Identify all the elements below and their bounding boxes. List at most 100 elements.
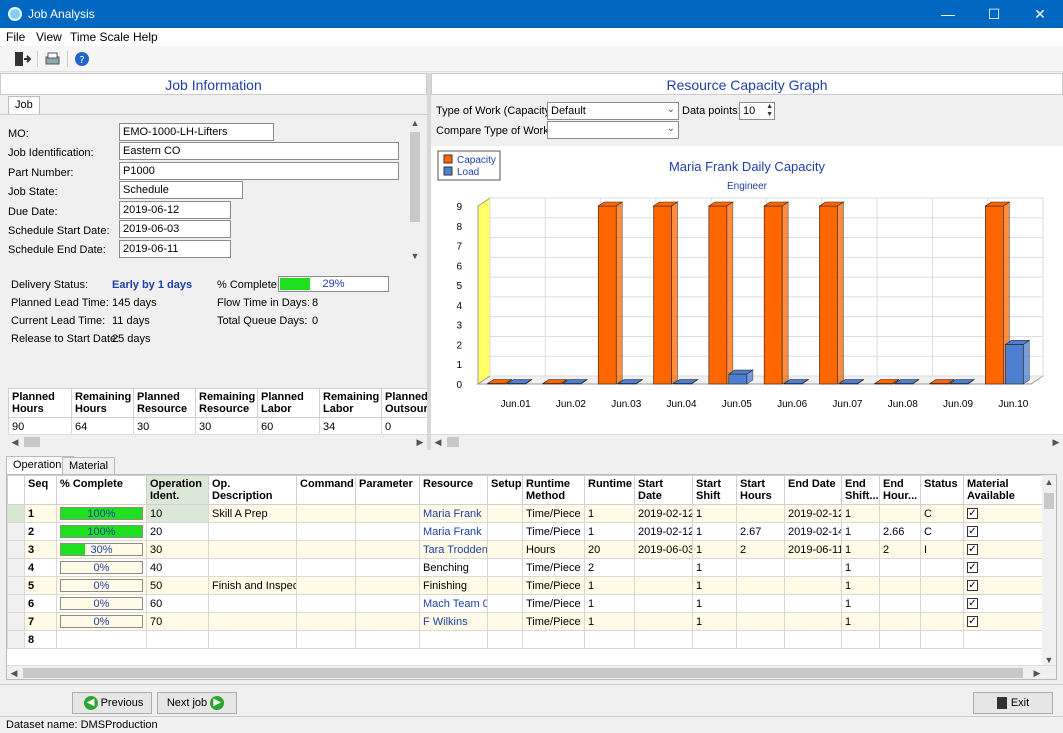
summary-cell[interactable]: 30: [133, 417, 196, 436]
cell-method[interactable]: Time/Piece: [522, 522, 585, 541]
row-selector[interactable]: [7, 594, 25, 613]
job-identification-field[interactable]: Eastern CO: [119, 142, 399, 160]
cell-eshift[interactable]: 1: [841, 558, 880, 577]
cell-desc[interactable]: [208, 540, 297, 559]
maximize-button[interactable]: ☐: [971, 0, 1017, 28]
cell-res[interactable]: [419, 630, 488, 649]
cell-seq[interactable]: 2: [24, 522, 57, 541]
cell-pct[interactable]: 0%: [56, 594, 147, 613]
cell-setup[interactable]: [487, 576, 523, 595]
column-header[interactable]: End Shift...: [841, 475, 880, 505]
cell-mat[interactable]: ✓: [963, 576, 1046, 595]
help-icon[interactable]: ?: [72, 50, 92, 68]
summary-cell[interactable]: 30: [195, 417, 258, 436]
menu-help[interactable]: Help: [133, 30, 158, 44]
column-header[interactable]: Material Available: [963, 475, 1046, 505]
column-header[interactable]: Start Shift: [692, 475, 737, 505]
cell-eshift[interactable]: 1: [841, 504, 880, 523]
fields-vertical-scrollbar[interactable]: ▲ ▼: [408, 118, 422, 261]
cell-cmd[interactable]: [296, 558, 356, 577]
cell-setup[interactable]: [487, 558, 523, 577]
summary-cell[interactable]: 34: [319, 417, 382, 436]
cell-status[interactable]: [920, 630, 964, 649]
operation-row[interactable]: 4 0% 40 Benching Time/Piece 2 1 1 ✓: [7, 558, 1046, 577]
cell-eshift[interactable]: 1: [841, 540, 880, 559]
cell-seq[interactable]: 1: [24, 504, 57, 523]
cell-param[interactable]: [355, 576, 420, 595]
cell-cmd[interactable]: [296, 540, 356, 559]
cell-param[interactable]: [355, 558, 420, 577]
cell-shours[interactable]: 2.67: [736, 522, 785, 541]
cell-ehours[interactable]: 2: [879, 540, 921, 559]
cell-desc[interactable]: [208, 558, 297, 577]
cell-ehours[interactable]: [879, 612, 921, 631]
cell-sshift[interactable]: 1: [692, 558, 737, 577]
column-header[interactable]: Runtime Method: [522, 475, 585, 505]
menu-file[interactable]: File: [6, 30, 25, 44]
minimize-button[interactable]: —: [925, 0, 971, 28]
cell-status[interactable]: [920, 594, 964, 613]
cell-desc[interactable]: [208, 594, 297, 613]
job-state-field[interactable]: Schedule: [119, 181, 243, 199]
column-header[interactable]: Operation Ident.: [146, 475, 209, 505]
cell-sdate[interactable]: 2019-02-12: [634, 504, 693, 523]
cell-ident[interactable]: 70: [146, 612, 209, 631]
cell-res[interactable]: Maria Frank: [419, 504, 488, 523]
material-available-checkbox[interactable]: ✓: [967, 508, 978, 520]
cell-mat[interactable]: ✓: [963, 522, 1046, 541]
menu-view[interactable]: View: [36, 30, 62, 44]
cell-cmd[interactable]: [296, 576, 356, 595]
column-header[interactable]: Resource: [419, 475, 488, 505]
cell-setup[interactable]: [487, 522, 523, 541]
cell-status[interactable]: C: [920, 504, 964, 523]
cell-edate[interactable]: [784, 630, 842, 649]
cell-setup[interactable]: [487, 630, 523, 649]
summary-cell[interactable]: 90: [8, 417, 72, 436]
cell-cmd[interactable]: [296, 504, 356, 523]
cell-sshift[interactable]: 1: [692, 594, 737, 613]
cell-runtime[interactable]: 1: [584, 504, 635, 523]
cell-runtime[interactable]: 1: [584, 522, 635, 541]
cell-pct[interactable]: [56, 630, 147, 649]
column-header[interactable]: Setup: [487, 475, 523, 505]
cell-edate[interactable]: [784, 594, 842, 613]
cell-edate[interactable]: 2019-02-14: [784, 522, 842, 541]
cell-ident[interactable]: 40: [146, 558, 209, 577]
operation-row[interactable]: 1 100% 10 Skill A Prep Maria Frank Time/Piece…: [7, 504, 1046, 523]
cell-pct[interactable]: 0%: [56, 558, 147, 577]
cell-status[interactable]: [920, 612, 964, 631]
operation-row[interactable]: 5 0% 50 Finish and Inspect Finishing Time/Pie…: [7, 576, 1046, 595]
cell-ident[interactable]: 20: [146, 522, 209, 541]
cell-edate[interactable]: [784, 558, 842, 577]
cell-param[interactable]: [355, 630, 420, 649]
next-job-button[interactable]: Next job ▶: [157, 692, 237, 714]
operation-row[interactable]: 8: [7, 630, 1046, 649]
cell-pct[interactable]: 100%: [56, 504, 147, 523]
material-available-checkbox[interactable]: ✓: [967, 526, 978, 538]
operations-vertical-scrollbar[interactable]: ▲ ▼: [1042, 475, 1056, 665]
cell-edate[interactable]: 2019-06-11: [784, 540, 842, 559]
summary-header[interactable]: Remaining Labor: [319, 388, 382, 418]
cell-desc[interactable]: [208, 630, 297, 649]
cell-method[interactable]: Time/Piece: [522, 558, 585, 577]
schedule-end-field[interactable]: 2019-06-11: [119, 240, 231, 258]
print-icon[interactable]: [42, 50, 62, 68]
scroll-thumb[interactable]: [1044, 493, 1054, 509]
cell-status[interactable]: [920, 558, 964, 577]
cell-cmd[interactable]: [296, 612, 356, 631]
schedule-start-field[interactable]: 2019-06-03: [119, 220, 231, 238]
cell-sdate[interactable]: [634, 630, 693, 649]
operation-row[interactable]: 60%60Mach Team 02Time/Piece111✓: [7, 594, 1046, 613]
cell-ident[interactable]: [146, 630, 209, 649]
cell-mat[interactable]: ✓: [963, 540, 1046, 559]
compare-type-select[interactable]: ⌄: [547, 121, 679, 139]
cell-ident[interactable]: 10: [146, 504, 209, 523]
row-selector[interactable]: [7, 612, 25, 631]
cell-edate[interactable]: 2019-02-12: [784, 504, 842, 523]
cell-shours[interactable]: [736, 630, 785, 649]
operation-row[interactable]: 3 30% 30 Tara Trodden Hours 20 2019-06-03 1 2 201…: [7, 540, 1046, 559]
column-header[interactable]: Command: [296, 475, 356, 505]
scroll-left-icon[interactable]: ◀: [8, 435, 22, 449]
cell-mat[interactable]: ✓: [963, 504, 1046, 523]
scroll-left-icon[interactable]: ◀: [7, 666, 21, 679]
